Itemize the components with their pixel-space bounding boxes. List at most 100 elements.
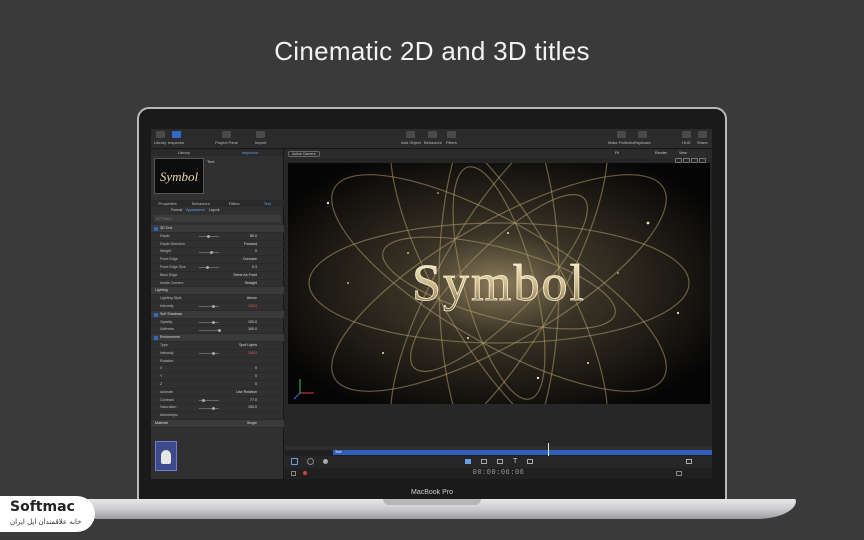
property-row[interactable]: Animate Use Rotation bbox=[151, 389, 284, 397]
toolbar-inspector-button[interactable]: Inspector bbox=[168, 131, 184, 145]
tab-filters[interactable]: Filters bbox=[218, 200, 251, 207]
property-value[interactable]: 0 bbox=[231, 365, 257, 373]
property-value[interactable]: 0 bbox=[231, 248, 257, 256]
property-value[interactable]: 100.0 bbox=[231, 404, 257, 412]
property-value[interactable]: 100.0 bbox=[231, 303, 257, 311]
toolbar-project-pane-button[interactable]: Project Pane bbox=[215, 131, 238, 145]
tab-text[interactable]: Text bbox=[251, 200, 284, 207]
slider-knob[interactable] bbox=[211, 305, 215, 309]
property-value[interactable]: 0.3 bbox=[231, 264, 257, 272]
mini-timeline[interactable]: Text bbox=[285, 446, 712, 456]
material-thumbnail[interactable] bbox=[155, 441, 177, 471]
tab-behaviors[interactable]: Behaviors bbox=[184, 200, 217, 207]
property-row[interactable]: Z0 bbox=[151, 381, 284, 389]
tab-properties[interactable]: Properties bbox=[151, 200, 184, 207]
property-value[interactable]: Straight bbox=[231, 280, 257, 288]
property-slider[interactable] bbox=[199, 329, 219, 331]
camera-menu[interactable]: Active Camera bbox=[288, 151, 320, 157]
subtab-format[interactable]: Format bbox=[171, 207, 182, 213]
play-range-icon[interactable] bbox=[676, 471, 682, 476]
property-row[interactable]: Anisotropic bbox=[151, 412, 284, 420]
property-value[interactable]: 77.0 bbox=[231, 397, 257, 405]
playhead[interactable] bbox=[548, 443, 549, 457]
property-row[interactable]: Y0 bbox=[151, 373, 284, 381]
property-row[interactable]: Opacity 100.0 bbox=[151, 319, 284, 327]
slider-knob[interactable] bbox=[211, 406, 215, 410]
property-value[interactable]: 100.0 bbox=[231, 319, 257, 327]
property-value[interactable]: Concave bbox=[231, 256, 257, 264]
property-value[interactable]: Above bbox=[231, 295, 257, 303]
particles-icon bbox=[616, 131, 626, 138]
slider-knob[interactable] bbox=[201, 398, 205, 402]
toolbar-make-particles-button[interactable]: Make Particles bbox=[608, 131, 634, 145]
slider-knob[interactable] bbox=[209, 250, 213, 254]
property-row[interactable]: Softness 100.0 bbox=[151, 326, 284, 335]
render-menu[interactable]: Render bbox=[655, 151, 667, 155]
property-row[interactable]: X0 bbox=[151, 365, 284, 374]
text-tool-icon[interactable]: T bbox=[513, 458, 517, 465]
property-value[interactable]: Forward bbox=[231, 241, 257, 249]
section-checkbox[interactable] bbox=[154, 227, 158, 231]
view-menu[interactable]: View bbox=[679, 151, 687, 155]
pan-tool-icon[interactable] bbox=[307, 458, 314, 465]
toolbar-replicate-button[interactable]: Replicate bbox=[634, 131, 651, 145]
section-checkbox[interactable] bbox=[154, 312, 158, 317]
property-row[interactable]: Depth 80.0 bbox=[151, 233, 284, 241]
slider-knob[interactable] bbox=[211, 351, 215, 355]
toolbar-behaviors-button[interactable]: Behaviors bbox=[424, 131, 442, 145]
shape-tool-icon[interactable] bbox=[465, 459, 471, 464]
property-value[interactable]: Single bbox=[231, 420, 257, 428]
property-slider[interactable] bbox=[199, 306, 219, 308]
property-value[interactable]: 200.0 bbox=[231, 350, 257, 358]
property-row[interactable]: Lighting Style Above bbox=[151, 295, 284, 303]
property-row[interactable]: Type Spot Lights bbox=[151, 342, 284, 350]
property-row[interactable]: Saturation 100.0 bbox=[151, 404, 284, 413]
toolbar-share-button[interactable]: Share bbox=[697, 131, 708, 145]
fullscreen-icon[interactable] bbox=[686, 459, 692, 464]
zoom-menu[interactable]: Fit bbox=[615, 151, 619, 155]
property-slider[interactable] bbox=[199, 407, 219, 409]
property-value[interactable]: Use Rotation bbox=[231, 389, 257, 397]
property-row[interactable]: Rotation bbox=[151, 358, 284, 366]
slider-knob[interactable] bbox=[211, 320, 215, 324]
mask-tool-icon[interactable] bbox=[481, 459, 487, 464]
camera-tool-icon[interactable] bbox=[323, 459, 328, 464]
tab-library[interactable]: Library bbox=[151, 149, 217, 156]
property-value[interactable]: Same As Front bbox=[231, 272, 257, 280]
tab-inspector[interactable]: Inspector bbox=[217, 149, 283, 156]
property-row[interactable]: Intensity 100.0 bbox=[151, 303, 284, 311]
property-row[interactable]: Back Edge Same As Front bbox=[151, 272, 284, 280]
property-row[interactable]: Intensity 200.0 bbox=[151, 350, 284, 358]
mask-shape-tool-icon[interactable] bbox=[527, 459, 533, 464]
toolbar-hud-button[interactable]: HUD bbox=[682, 131, 691, 145]
slider-knob[interactable] bbox=[206, 234, 210, 238]
toolbar-library-button[interactable]: Library bbox=[154, 131, 166, 145]
toolbar-import-button[interactable]: Import bbox=[255, 131, 266, 145]
property-row[interactable]: Front Edge Concave bbox=[151, 256, 284, 264]
slider-knob[interactable] bbox=[205, 266, 209, 270]
subtab-layout[interactable]: Layout bbox=[209, 207, 220, 213]
select-tool-icon[interactable] bbox=[291, 458, 298, 465]
font-field[interactable]: Al Tinted bbox=[154, 215, 281, 222]
canvas-viewport[interactable]: Symbol bbox=[288, 163, 710, 404]
property-slider[interactable] bbox=[199, 321, 219, 323]
property-row[interactable]: Weight 0 bbox=[151, 248, 284, 257]
property-row[interactable]: Inside Corners Straight bbox=[151, 280, 284, 288]
toolbar-add-object-button[interactable]: Add Object bbox=[401, 131, 421, 145]
subtab-appearance[interactable]: Appearance bbox=[186, 207, 205, 213]
property-value[interactable]: Spot Lights bbox=[231, 342, 257, 350]
property-value[interactable]: 0 bbox=[231, 381, 257, 389]
property-slider[interactable] bbox=[199, 353, 219, 355]
property-row[interactable]: Depth Direction Forward bbox=[151, 241, 284, 249]
property-value[interactable]: 100.0 bbox=[231, 326, 257, 334]
timeline-layer-bar[interactable]: Text bbox=[333, 450, 712, 455]
property-value[interactable]: 80.0 bbox=[231, 233, 257, 241]
property-value[interactable]: 0 bbox=[231, 373, 257, 381]
slider-knob[interactable] bbox=[217, 328, 221, 332]
property-row[interactable]: Contrast 77.0 bbox=[151, 397, 284, 405]
property-slider[interactable] bbox=[199, 267, 219, 269]
section-checkbox[interactable] bbox=[154, 336, 158, 341]
toolbar-filters-button[interactable]: Filters bbox=[446, 131, 457, 145]
paint-tool-icon[interactable] bbox=[497, 459, 503, 464]
property-row[interactable]: Front Edge Size 0.3 bbox=[151, 264, 284, 272]
